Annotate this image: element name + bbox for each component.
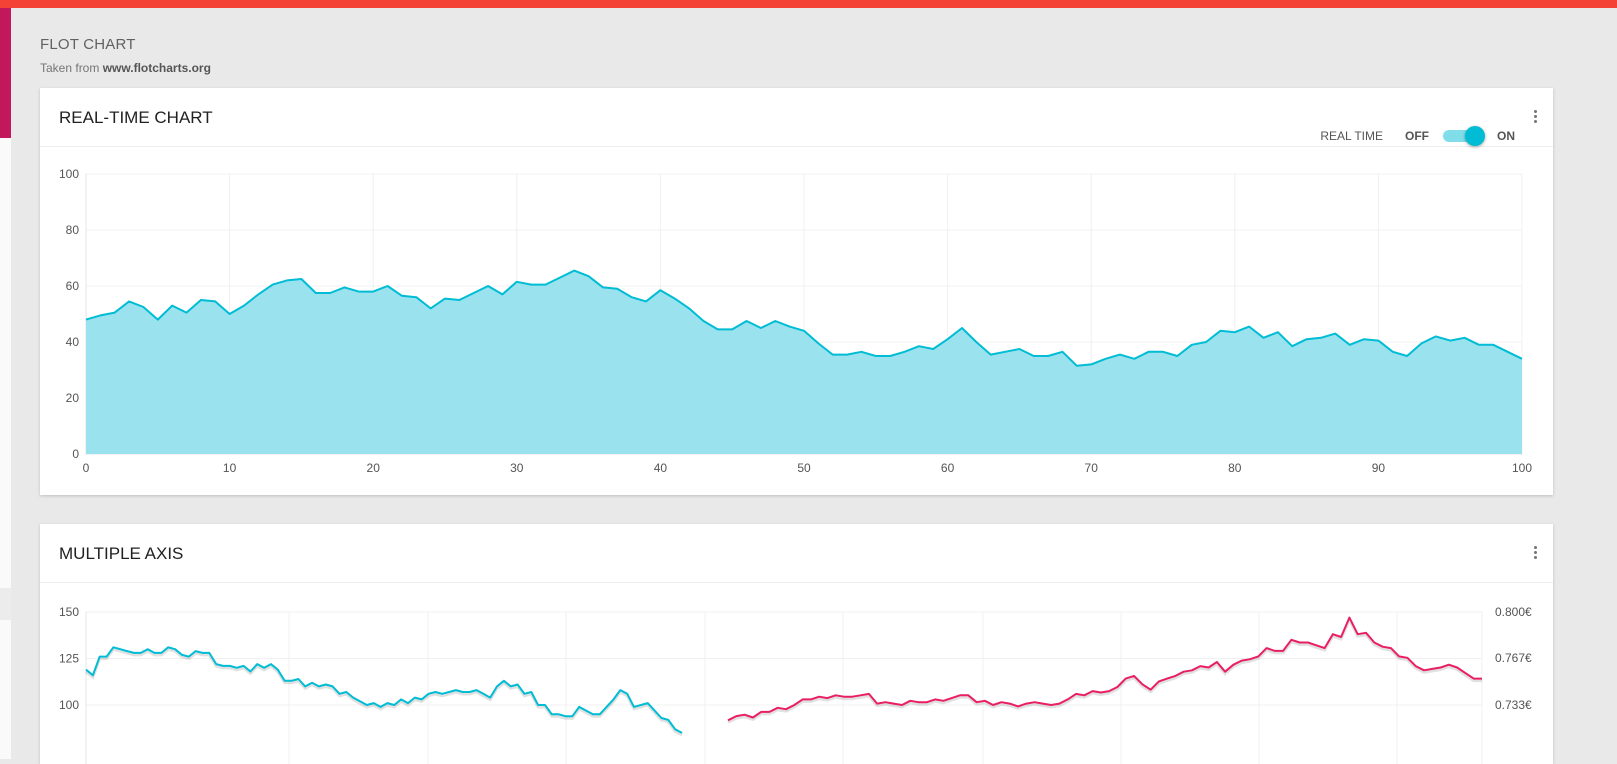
series-line bbox=[85, 646, 683, 734]
realtime-area-chart: 0 10 20 30 40 50 60 70 80 90 100 0 20 40 60 80 100 bbox=[59, 167, 1532, 475]
multiple-axis-card: MULTIPLE AXIS 150 125 100 0.800€ 0.767€ 0.733… bbox=[40, 524, 1553, 764]
x-tick-label: 0 bbox=[83, 461, 90, 475]
source-link[interactable]: www.flotcharts.org bbox=[103, 61, 211, 75]
x-tick-label: 40 bbox=[654, 461, 668, 475]
x-tick-label: 100 bbox=[1512, 461, 1532, 475]
sidebar-item[interactable] bbox=[0, 588, 11, 620]
right-y-tick-label: 0.733€ bbox=[1495, 698, 1532, 712]
subtitle-prefix: Taken from bbox=[40, 61, 103, 75]
x-tick-label: 80 bbox=[1228, 461, 1242, 475]
y-tick-label: 0 bbox=[72, 447, 79, 461]
top-accent-bar bbox=[0, 0, 1617, 8]
x-tick-label: 10 bbox=[223, 461, 237, 475]
left-y-tick-label: 125 bbox=[59, 652, 79, 666]
realtime-chart-card: REAL-TIME CHART REAL TIME OFF ON 0 10 20 30… bbox=[40, 88, 1553, 495]
series-shadow bbox=[85, 647, 683, 737]
page-title: FLOT CHART bbox=[40, 36, 136, 53]
multiple-axis-line-chart: 150 125 100 0.800€ 0.767€ 0.733€ bbox=[59, 605, 1532, 764]
left-y-tick-label: 150 bbox=[59, 605, 79, 619]
x-tick-label: 50 bbox=[797, 461, 811, 475]
page-subtitle: Taken from www.flotcharts.org bbox=[40, 61, 211, 75]
x-tick-label: 90 bbox=[1372, 461, 1386, 475]
left-y-tick-label: 100 bbox=[59, 698, 79, 712]
sidebar-accent bbox=[0, 8, 11, 138]
y-tick-label: 20 bbox=[66, 391, 80, 405]
x-tick-label: 60 bbox=[941, 461, 955, 475]
y-tick-label: 80 bbox=[66, 223, 80, 237]
x-tick-label: 70 bbox=[1085, 461, 1099, 475]
y-tick-label: 100 bbox=[59, 167, 79, 181]
x-tick-label: 20 bbox=[367, 461, 381, 475]
y-tick-label: 40 bbox=[66, 335, 80, 349]
right-y-tick-label: 0.767€ bbox=[1495, 651, 1532, 665]
sidebar-edge bbox=[0, 138, 11, 759]
y-tick-label: 60 bbox=[66, 279, 80, 293]
x-tick-label: 30 bbox=[510, 461, 524, 475]
right-y-tick-label: 0.800€ bbox=[1495, 605, 1532, 619]
